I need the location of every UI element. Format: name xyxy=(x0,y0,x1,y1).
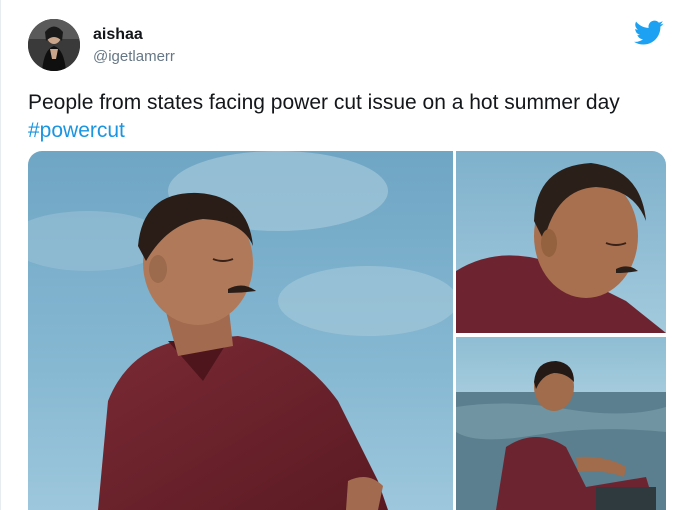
tweet-card: aishaa @igetlamerr People from states fa… xyxy=(0,0,680,510)
man-eyes-closed-sky-photo[interactable] xyxy=(28,151,453,510)
display-name[interactable]: aishaa xyxy=(93,26,143,44)
tweet-text: People from states facing power cut issu… xyxy=(28,89,648,145)
tweet-media[interactable] xyxy=(28,151,666,510)
user-handle[interactable]: @igetlamerr xyxy=(93,48,175,65)
tweet-body: People from states facing power cut issu… xyxy=(28,91,620,114)
man-sitting-by-water-photo[interactable] xyxy=(456,337,666,510)
hashtag-link[interactable]: #powercut xyxy=(28,119,125,142)
avatar[interactable] xyxy=(28,19,80,71)
twitter-bird-icon[interactable] xyxy=(634,20,664,46)
man-looking-down-photo[interactable] xyxy=(456,151,666,333)
